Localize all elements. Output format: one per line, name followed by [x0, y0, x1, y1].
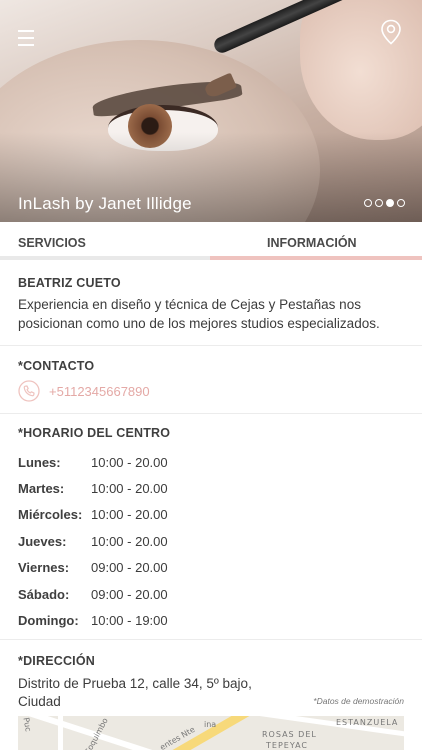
location-map[interactable]: Puc Coquimbo entes Nte ESTANZUELA ROSAS … [18, 716, 404, 750]
map-road-major [135, 716, 261, 750]
schedule-row: Martes: 10:00 - 20.00 [18, 475, 404, 501]
carousel-dot[interactable] [375, 199, 383, 207]
schedule-row: Viernes: 09:00 - 20.00 [18, 555, 404, 581]
map-road [58, 716, 63, 750]
schedule-hours: 09:00 - 20.00 [91, 586, 168, 602]
schedule-day: Miércoles: [18, 507, 83, 523]
schedule-day: Domingo: [18, 613, 79, 629]
map-pin-icon[interactable] [380, 19, 402, 45]
info-content: BEATRIZ CUETO Experiencia en diseño y té… [0, 262, 422, 750]
schedule-hours: 09:00 - 20.00 [91, 560, 168, 576]
business-name: InLash by Janet Illidge [18, 194, 192, 213]
hamburger-menu-icon[interactable] [18, 28, 34, 46]
schedule-row: Lunes: 10:00 - 20.00 [18, 449, 404, 475]
schedule-hours: 10:00 - 20.00 [91, 507, 168, 523]
hero-photo-hand [300, 0, 422, 140]
tab-informacion-underline [210, 256, 422, 260]
schedule-day: Viernes: [18, 560, 70, 576]
contact-title: *CONTACTO [18, 359, 95, 373]
schedule-title: *HORARIO DEL CENTRO [18, 426, 171, 440]
schedule-day: Jueves: [18, 533, 67, 549]
tab-servicios-label: SERVICIOS [18, 236, 86, 250]
hero-image[interactable]: InLash by Janet Illidge [0, 0, 422, 222]
tab-informacion-label: INFORMACIÓN [267, 236, 357, 250]
tab-bar: SERVICIOS INFORMACIÓN [0, 222, 422, 260]
carousel-dot-active[interactable] [386, 199, 394, 207]
about-title: BEATRIZ CUETO [18, 276, 121, 290]
schedule-day: Sábado: [18, 586, 70, 602]
tab-informacion[interactable]: INFORMACIÓN [210, 222, 422, 260]
schedule-list: Lunes: 10:00 - 20.00 Martes: 10:00 - 20.… [18, 449, 404, 634]
about-description: Experiencia en diseño y técnica de Cejas… [18, 297, 380, 331]
address-text: Distrito de Prueba 12, calle 34, 5º bajo… [18, 676, 252, 709]
schedule-row: Sábado: 09:00 - 20.00 [18, 581, 404, 607]
phone-icon [18, 380, 40, 402]
map-street-label: ROSAS DEL [262, 730, 317, 739]
carousel-dot[interactable] [364, 199, 372, 207]
map-street-label: ESTANZUELA [336, 718, 399, 727]
schedule-section: *HORARIO DEL CENTRO Lunes: 10:00 - 20.00… [0, 414, 422, 640]
carousel-indicator[interactable] [364, 199, 405, 207]
demo-data-note: *Datos de demostración [313, 696, 404, 706]
schedule-row: Jueves: 10:00 - 20.00 [18, 528, 404, 554]
schedule-row: Miércoles: 10:00 - 20.00 [18, 502, 404, 528]
schedule-row: Domingo: 10:00 - 19:00 [18, 607, 404, 633]
schedule-hours: 10:00 - 20.00 [91, 481, 168, 497]
schedule-hours: 10:00 - 20.00 [91, 454, 168, 470]
map-street-label: ina [204, 720, 217, 729]
contact-section: *CONTACTO +5112345667890 [0, 346, 422, 414]
schedule-day: Martes: [18, 481, 65, 497]
schedule-day: Lunes: [18, 454, 61, 470]
about-section: BEATRIZ CUETO Experiencia en diseño y té… [0, 262, 422, 346]
phone-link[interactable]: +5112345667890 [18, 380, 404, 402]
tab-servicios-underline [0, 256, 210, 260]
schedule-hours: 10:00 - 20.00 [91, 533, 168, 549]
schedule-hours: 10:00 - 19:00 [91, 613, 168, 629]
map-street-label: Puc [21, 716, 33, 733]
address-title: *DIRECCIÓN [18, 654, 96, 668]
phone-number[interactable]: +5112345667890 [49, 384, 150, 399]
map-street-label: TEPEYAC [266, 741, 309, 750]
tab-servicios[interactable]: SERVICIOS [0, 222, 210, 260]
carousel-dot[interactable] [397, 199, 405, 207]
